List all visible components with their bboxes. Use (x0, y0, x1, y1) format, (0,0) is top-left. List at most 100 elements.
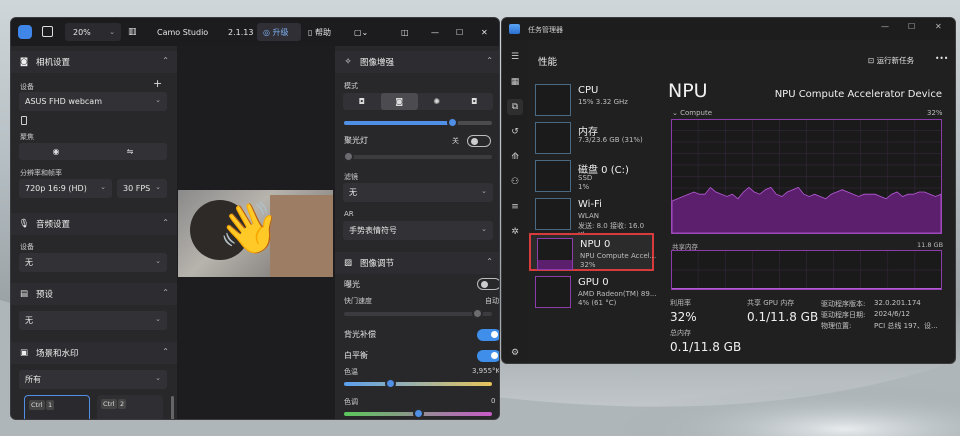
slider-knob[interactable] (472, 308, 483, 319)
enhance-header[interactable]: ✧ 图像增强 ⌃ (335, 51, 499, 73)
audio-device-value: 无 (25, 258, 33, 267)
maximize-button[interactable]: ☐ (456, 23, 463, 41)
ar-select[interactable]: 手势表情符号 ⌄ (343, 221, 493, 240)
slider-knob[interactable] (413, 408, 424, 419)
tile-[interactable]: 内存 7.3/23.6 GB (31%) (529, 119, 654, 157)
adjust-header[interactable]: ▨ 图像调节 ⌃ (335, 252, 499, 274)
mode-intensity-slider[interactable] (344, 117, 492, 128)
tile-thumbnail (535, 122, 571, 154)
spotlight-slider[interactable] (343, 151, 492, 162)
details-icon[interactable]: ≡ (507, 199, 523, 215)
tile-gpu-0[interactable]: GPU 0 AMD Radeon(TM) 89... 4% (61 °C) (529, 273, 657, 311)
resolution-select[interactable]: 720p 16:9 (HD) ⌄ (19, 179, 112, 198)
tint-slider[interactable] (344, 408, 492, 419)
hamburger-icon[interactable]: ☰ (507, 49, 523, 65)
zoom-select[interactable]: 20% ⌄ (65, 23, 121, 41)
tile-cpu[interactable]: CPU 15% 3.32 GHz (529, 81, 654, 119)
run-new-task-button[interactable]: ⊡ 运行新任务 (868, 55, 914, 66)
app-history-icon[interactable]: ↺ (507, 124, 523, 140)
person-mode-icon[interactable]: ◙ (380, 93, 418, 110)
preset-select[interactable]: 无 ⌄ (19, 311, 167, 330)
manual-focus-icon[interactable]: ⇋ (93, 143, 167, 160)
tile-detail: 7.3/23.6 GB (31%) (578, 136, 643, 144)
shared-memory-usage-line (672, 288, 941, 290)
camo-studio-window: 20% ⌄ ▥ Camo Studio 2.1.13 ◎ 升级 ▯ 帮助 ▢⌄ ◫… (10, 17, 500, 420)
services-icon[interactable]: ✲ (507, 224, 523, 240)
preset-value: 无 (25, 316, 33, 325)
startup-apps-icon[interactable]: ⟰ (507, 149, 523, 165)
scene-shortcut-num: 2 (118, 399, 127, 409)
help-button[interactable]: ▯ 帮助 (308, 23, 331, 41)
tile-wi-fi[interactable]: Wi-FiWLAN发送: 8.0 接收: 16.0 Kb (529, 195, 654, 239)
compute-label: Compute (680, 109, 713, 117)
users-icon[interactable]: ⚇ (507, 174, 523, 190)
white-balance-toggle[interactable] (477, 350, 499, 362)
chevron-up-icon: ⌃ (162, 56, 169, 65)
filter-select[interactable]: 无 ⌄ (343, 183, 493, 202)
section-title: 图像调节 (360, 259, 395, 269)
tile-subdetail: 32% (580, 261, 596, 269)
slider-knob[interactable] (384, 378, 396, 389)
audio-settings-header[interactable]: 🎙 音频设置 ⌃ (11, 213, 177, 235)
video-preview[interactable]: 👋 (178, 190, 333, 277)
more-options-button[interactable]: ••• (935, 54, 948, 63)
close-button[interactable]: ✕ (481, 23, 488, 41)
slider-knob[interactable] (343, 151, 354, 162)
camera-settings-header[interactable]: ◙ 相机设置 ⌃ (11, 51, 177, 73)
audio-device-select[interactable]: 无 ⌄ (19, 253, 167, 272)
scrollbar[interactable] (171, 396, 174, 419)
slider-knob[interactable] (447, 117, 459, 128)
shutter-label: 快门速度 (344, 297, 372, 305)
fps-select[interactable]: 30 FPS ⌄ (117, 179, 167, 198)
toggle-knob (491, 352, 498, 359)
auto-focus-icon[interactable]: ◉ (19, 143, 93, 160)
tile-subdetail: 1% (578, 183, 590, 191)
record-menu-button[interactable]: ▢⌄ (354, 23, 368, 41)
scene-card-2[interactable]: Ctrl 2 (97, 395, 163, 419)
shutter-slider[interactable] (344, 308, 492, 319)
layout-icon[interactable]: ◫ (401, 23, 409, 41)
toggle-knob (491, 331, 498, 338)
sidebar-toggle-icon[interactable] (42, 26, 53, 37)
stat-value: 0.1/11.8 GB (670, 340, 742, 354)
spotlight-label: 聚光灯 (344, 136, 368, 145)
backlight-toggle[interactable] (477, 329, 499, 341)
exposure-toggle[interactable] (477, 278, 499, 290)
minimize-button[interactable]: — (881, 22, 889, 31)
columns-icon[interactable]: ▥ (128, 23, 137, 41)
minimize-button[interactable]: — (431, 23, 439, 41)
effects-mode-icon[interactable]: ✺ (418, 93, 456, 110)
temperature-label: 色温 (344, 368, 358, 376)
upgrade-button[interactable]: ◎ 升级 (257, 23, 301, 41)
profile-mode-icon[interactable]: ◘ (456, 93, 494, 110)
microphone-icon: 🎙 (18, 219, 30, 229)
performance-icon[interactable]: ⧉ (507, 99, 523, 115)
scene-filter-select[interactable]: 所有 ⌄ (19, 370, 167, 389)
scene-card-1[interactable]: Ctrl 1 (24, 395, 90, 419)
stat-label: 利用率 (670, 299, 691, 307)
tile-npu-0[interactable]: NPU 0 NPU Compute Accel... 32% (529, 233, 656, 271)
portrait-mode-icon[interactable]: ◘ (343, 93, 381, 110)
scenes-header[interactable]: ▣ 场景和水印 ⌃ (11, 342, 177, 364)
info-value: 2024/6/12 (874, 310, 910, 318)
mode-label: 模式 (344, 82, 358, 90)
settings-gear-icon[interactable]: ⚙ (507, 345, 523, 361)
spotlight-toggle[interactable] (467, 135, 491, 147)
page-title: 性能 (538, 57, 558, 68)
close-button[interactable]: ✕ (935, 22, 942, 31)
camera-device-select[interactable]: ASUS FHD webcam ⌄ (19, 92, 167, 111)
ar-value: 手势表情符号 (349, 226, 397, 235)
tile--0-c[interactable]: 磁盘 0 (C:) SSD 1% (529, 157, 654, 195)
camera-device-value: ASUS FHD webcam (25, 97, 102, 106)
preset-header[interactable]: ▤ 预设 ⌃ (11, 283, 177, 305)
temperature-slider[interactable] (344, 378, 492, 389)
maximize-button[interactable]: ☐ (908, 22, 915, 31)
focus-segment[interactable]: ◉ ⇋ (19, 143, 167, 160)
add-icon[interactable]: + (153, 77, 162, 90)
tile-thumbnail (535, 198, 571, 230)
mode-segment[interactable]: ◘ ◙ ✺ ◘ (343, 93, 493, 110)
shared-memory-stat: 共享 GPU 内存 0.1/11.8 GB (747, 298, 818, 324)
phone-icon (21, 116, 27, 125)
processes-icon[interactable]: ▦ (507, 74, 523, 90)
tile-detail: WLAN (578, 212, 600, 220)
